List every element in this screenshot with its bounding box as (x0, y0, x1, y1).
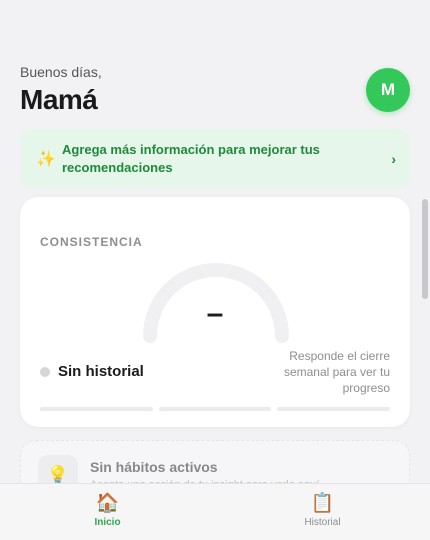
banner-text: Agrega más información para mejorar tus … (62, 141, 320, 175)
avatar[interactable]: M (366, 68, 410, 112)
scrollbar[interactable] (422, 199, 428, 299)
status-dot (40, 366, 50, 377)
habits-title: Sin hábitos activos (90, 459, 218, 475)
user-name: Mamá (20, 84, 98, 115)
consistency-card[interactable]: CONSISTENCIA – Sin historial Responde el… (20, 197, 410, 427)
tab-label: Inicio (94, 517, 121, 528)
header: Buenos días, Mamá M (20, 64, 410, 120)
clipboard-icon: 📋 (310, 493, 335, 514)
progress-segment (277, 407, 391, 411)
tab-bar: 🏠 Inicio 📋 Historial (0, 483, 430, 540)
progress-segments (40, 407, 391, 411)
house-icon: 🏠 (95, 493, 120, 514)
tab-inicio[interactable]: 🏠 Inicio (0, 484, 215, 540)
progress-segment (40, 407, 153, 411)
tab-historial[interactable]: 📋 Historial (215, 484, 430, 540)
greeting-text: Buenos días, (20, 64, 102, 80)
tab-label: Historial (304, 517, 341, 528)
status-row: Sin historial (40, 363, 144, 380)
gauge-value: – (206, 297, 224, 330)
hint-text: Responde el cierre semanal para ver tu p… (283, 349, 390, 395)
progress-segment (158, 407, 272, 411)
section-title: CONSISTENCIA (40, 235, 143, 249)
status-text: Sin historial (58, 363, 144, 380)
recommendations-banner[interactable]: ✨ Agrega más información para mejorar tu… (20, 129, 410, 188)
chevron-right-icon: › (391, 150, 396, 167)
sparkles-icon: ✨ (36, 150, 56, 168)
